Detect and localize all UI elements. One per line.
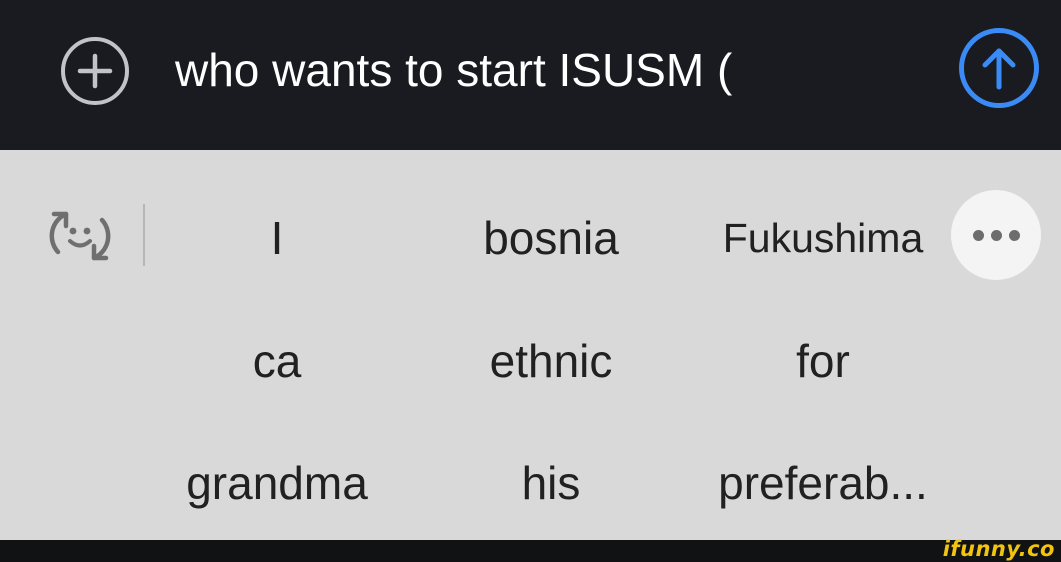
- more-dot: [973, 230, 984, 241]
- suggestion-word[interactable]: preferab...: [693, 455, 953, 511]
- more-dot: [1009, 230, 1020, 241]
- ifunny-watermark: ifunny.co: [942, 537, 1055, 561]
- suggestion-word[interactable]: for: [693, 333, 953, 389]
- suggestion-word[interactable]: ca: [147, 333, 407, 389]
- suggestion-word[interactable]: bosnia: [421, 210, 681, 266]
- bottom-strip: [0, 540, 1061, 562]
- send-button[interactable]: [959, 28, 1039, 108]
- suggestion-word[interactable]: Fukushima: [693, 210, 953, 266]
- suggestion-word[interactable]: I: [147, 210, 407, 266]
- toolbar-divider: [143, 204, 145, 266]
- more-dot: [991, 230, 1002, 241]
- arrow-up-circle-icon: [982, 48, 1016, 90]
- emoji-swap-button[interactable]: [44, 200, 116, 272]
- suggestion-word[interactable]: his: [421, 455, 681, 511]
- more-options-button[interactable]: [951, 190, 1041, 280]
- plus-circle-icon: [77, 53, 113, 89]
- suggestion-panel: I bosnia Fukushima ca ethnic for grandma…: [0, 150, 1061, 540]
- suggestion-word[interactable]: ethnic: [421, 333, 681, 389]
- emoji-swap-icon: [49, 211, 111, 261]
- suggestion-word[interactable]: grandma: [147, 455, 407, 511]
- add-button[interactable]: [61, 37, 129, 105]
- message-input[interactable]: who wants to start ISUSM (: [175, 42, 732, 98]
- keyboard-screen: who wants to start ISUSM ( I bosnia Fuku…: [0, 0, 1061, 562]
- compose-bar: who wants to start ISUSM (: [0, 0, 1061, 150]
